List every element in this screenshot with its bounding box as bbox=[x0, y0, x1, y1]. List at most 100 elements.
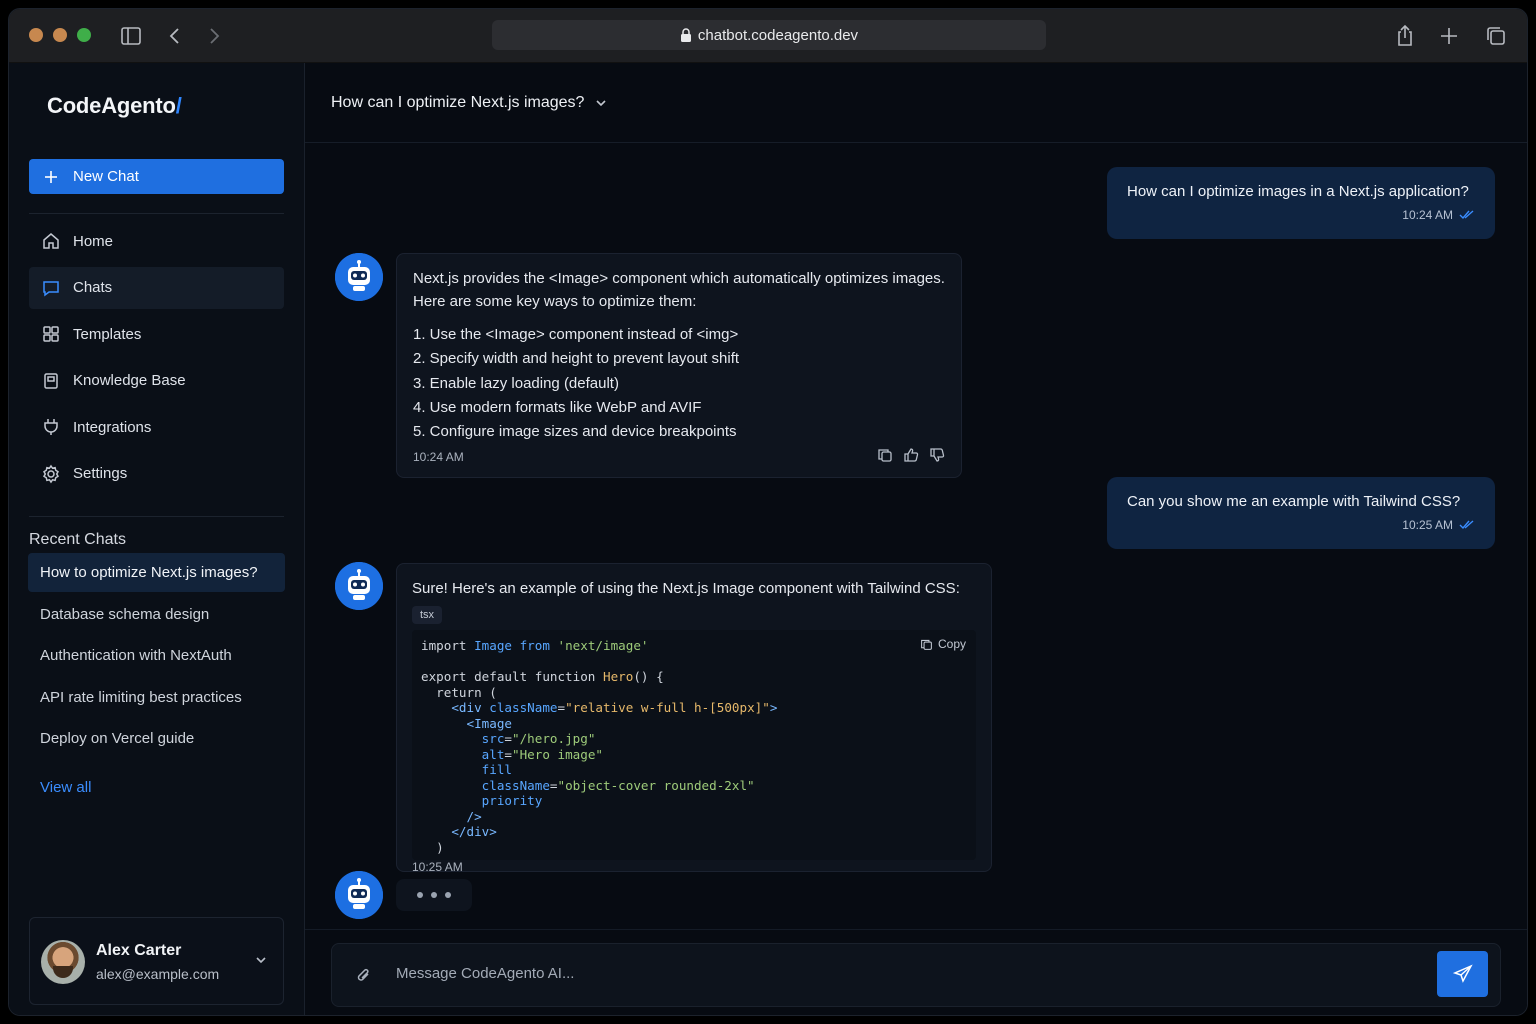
typing-indicator bbox=[396, 879, 472, 911]
chat-icon bbox=[43, 280, 59, 296]
home-icon bbox=[43, 233, 59, 249]
recent-chats-list: How to optimize Next.js images? Database… bbox=[28, 553, 285, 761]
list-item: 3. Enable lazy loading (default) bbox=[413, 374, 619, 392]
code-token: "object-cover rounded-2xl" bbox=[557, 777, 755, 793]
list-item: 2. Specify width and height to prevent l… bbox=[413, 350, 740, 368]
plus-icon bbox=[45, 170, 57, 183]
code-token: = bbox=[549, 777, 558, 793]
robot-icon bbox=[335, 871, 383, 919]
recent-chats-title: Recent Chats bbox=[29, 531, 126, 548]
new-chat-button[interactable]: New Chat bbox=[29, 159, 284, 194]
close-window-button[interactable] bbox=[29, 28, 43, 42]
sidebar-item-templates[interactable]: Templates bbox=[29, 313, 284, 355]
code-token: = bbox=[504, 731, 512, 746]
user-message: How can I optimize images in a Next.js a… bbox=[1107, 167, 1495, 239]
code-token: from bbox=[512, 638, 558, 653]
sidebar-item-label: Chats bbox=[73, 279, 113, 296]
code-token: import bbox=[421, 638, 475, 653]
chat-title: How can I optimize Next.js images? bbox=[331, 94, 585, 111]
read-receipt-icon bbox=[1459, 210, 1474, 220]
send-button[interactable] bbox=[1437, 951, 1488, 997]
code-token: className bbox=[489, 700, 558, 715]
url-text: chatbot.codeagento.dev bbox=[697, 26, 859, 44]
typing-dot bbox=[445, 892, 451, 898]
code-token: alt bbox=[421, 746, 505, 762]
recent-chat-item[interactable]: Database schema design bbox=[28, 595, 285, 634]
sidebar-item-integrations[interactable]: Integrations bbox=[29, 406, 284, 448]
sidebar-item-chats[interactable]: Chats bbox=[29, 266, 284, 309]
divider bbox=[29, 213, 284, 214]
divider bbox=[29, 516, 284, 517]
message-input[interactable] bbox=[396, 965, 1396, 982]
avatar bbox=[41, 940, 85, 984]
address-bar[interactable]: chatbot.codeagento.dev bbox=[492, 20, 1046, 50]
maximize-window-button[interactable] bbox=[77, 28, 91, 42]
divider bbox=[305, 929, 1527, 930]
user-menu[interactable]: Alex Carter alex@example.com bbox=[29, 917, 284, 1005]
sidebar-item-label: Templates bbox=[73, 325, 142, 343]
sidebar-item-knowledge-base[interactable]: Knowledge Base bbox=[29, 360, 284, 402]
lock-icon bbox=[680, 28, 691, 42]
list-item: 5. Configure image sizes and device brea… bbox=[413, 423, 737, 441]
logo[interactable]: CodeAgento/ bbox=[47, 93, 182, 119]
sidebar-nav: Home Chats Templates Knowledge Base Inte… bbox=[29, 220, 284, 499]
recent-chat-item[interactable]: API rate limiting best practices bbox=[28, 678, 285, 717]
new-tab-icon[interactable] bbox=[1437, 24, 1461, 48]
view-all-link[interactable]: View all bbox=[40, 779, 91, 796]
code-token: src bbox=[421, 731, 505, 746]
chevron-down-icon bbox=[596, 100, 607, 107]
send-icon bbox=[1452, 964, 1473, 983]
code-token: Image bbox=[474, 638, 512, 653]
sidebar-toggle-icon[interactable] bbox=[119, 24, 143, 48]
message-meta: 10:24 AM bbox=[1127, 208, 1475, 222]
thumbs-down-icon[interactable] bbox=[929, 447, 945, 463]
message-composer bbox=[331, 943, 1501, 1007]
code-token: <div bbox=[421, 700, 490, 715]
chevron-down-icon bbox=[256, 957, 266, 964]
sidebar-item-settings[interactable]: Settings bbox=[29, 453, 284, 495]
message-text: Can you show me an example with Tailwind… bbox=[1127, 493, 1461, 510]
code-token: </div> bbox=[421, 824, 497, 839]
share-icon[interactable] bbox=[1393, 24, 1417, 48]
code-token: ) bbox=[421, 839, 444, 855]
recent-chat-item[interactable]: Deploy on Vercel guide bbox=[28, 719, 285, 758]
thumbs-up-icon[interactable] bbox=[903, 447, 919, 463]
typing-dot bbox=[417, 892, 423, 898]
code-token: priority bbox=[421, 793, 543, 808]
robot-icon bbox=[335, 562, 383, 610]
message-text: How can I optimize images in a Next.js a… bbox=[1127, 183, 1469, 200]
gear-icon bbox=[43, 464, 59, 483]
back-icon[interactable] bbox=[163, 24, 187, 48]
message-time: 10:24 AM bbox=[1402, 208, 1453, 222]
bot-message: Sure! Here's an example of using the Nex… bbox=[396, 563, 992, 874]
code-token: () { bbox=[633, 669, 664, 684]
message-text: Sure! Here's an example of using the Nex… bbox=[412, 580, 960, 597]
code-token: 'next/image' bbox=[557, 638, 649, 653]
list-item: 1. Use the <Image> component instead of … bbox=[413, 326, 739, 343]
list-item: 4. Use modern formats like WebP and AVIF bbox=[413, 398, 702, 416]
tabs-overview-icon[interactable] bbox=[1484, 24, 1508, 48]
copy-code-button[interactable]: Copy bbox=[920, 637, 966, 653]
read-receipt-icon bbox=[1459, 520, 1474, 530]
logo-text: CodeAgento bbox=[47, 93, 176, 118]
code-token: Hero bbox=[602, 669, 634, 684]
paperclip-icon[interactable] bbox=[354, 966, 374, 986]
code-token: "Hero image" bbox=[512, 746, 603, 762]
user-message: Can you show me an example with Tailwind… bbox=[1107, 477, 1495, 549]
bot-avatar bbox=[335, 562, 383, 610]
recent-chat-item[interactable]: Authentication with NextAuth bbox=[28, 636, 285, 675]
chat-title-dropdown[interactable]: How can I optimize Next.js images? bbox=[331, 94, 608, 112]
forward-icon[interactable] bbox=[202, 24, 226, 48]
code-token: return ( bbox=[421, 684, 497, 700]
robot-icon bbox=[335, 253, 383, 301]
copy-icon[interactable] bbox=[877, 447, 893, 463]
code-language-badge: tsx bbox=[412, 606, 443, 624]
message-time: 10:25 AM bbox=[412, 860, 463, 874]
browser-window: chatbot.codeagento.dev CodeAgento/ New C… bbox=[8, 8, 1528, 1016]
message-time: 10:25 AM bbox=[1402, 518, 1453, 532]
recent-chat-item[interactable]: How to optimize Next.js images? bbox=[28, 553, 285, 592]
code-token: "relative w-full h-[500px]" bbox=[565, 700, 770, 715]
sidebar-item-home[interactable]: Home bbox=[29, 220, 284, 262]
minimize-window-button[interactable] bbox=[53, 28, 67, 42]
chat-main: How can I optimize Next.js images? How c… bbox=[305, 63, 1527, 1015]
